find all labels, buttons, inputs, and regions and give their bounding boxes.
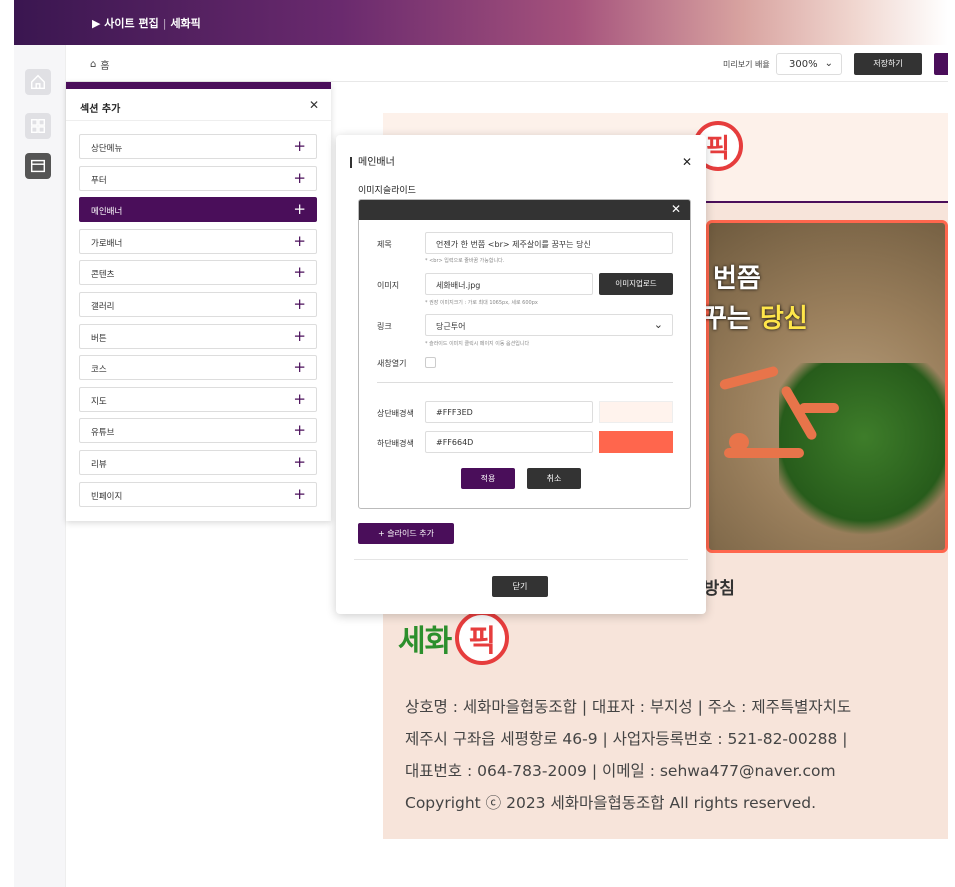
- section-item-label: 갤러리: [91, 302, 115, 312]
- plus-icon[interactable]: +: [293, 232, 306, 250]
- section-item[interactable]: 푸터 +: [79, 165, 317, 191]
- plus-icon[interactable]: +: [293, 169, 306, 187]
- home-link[interactable]: ⌂ 홈: [90, 57, 110, 72]
- plus-icon[interactable]: +: [293, 200, 306, 218]
- banner-text-line1: 번쯤: [713, 264, 761, 294]
- plus-icon[interactable]: +: [293, 327, 306, 345]
- section-item[interactable]: 리뷰 +: [79, 450, 317, 475]
- zoom-value: 300%: [789, 59, 818, 70]
- top-bg-swatch[interactable]: [599, 401, 673, 423]
- plus-icon[interactable]: +: [293, 390, 306, 408]
- title-hint: * <br> 입력으로 줄바꿈 가능합니다.: [425, 258, 505, 264]
- bottom-bg-label: 하단배경색: [377, 439, 414, 448]
- section-item-label: 코스: [91, 365, 107, 376]
- section-item-label: 콘텐츠: [91, 270, 115, 281]
- apply-button[interactable]: 적용: [461, 468, 515, 489]
- plus-icon[interactable]: +: [293, 453, 306, 471]
- panel-title: 섹션 추가: [80, 104, 121, 115]
- image-upload-button[interactable]: 이미지업로드: [599, 273, 673, 295]
- section-item[interactable]: 버튼 +: [79, 323, 317, 349]
- section-item[interactable]: 유튜브 +: [79, 418, 317, 444]
- plus-icon[interactable]: +: [293, 263, 306, 281]
- close-icon[interactable]: ✕: [671, 202, 681, 216]
- section-item-label: 메인배너: [91, 207, 123, 218]
- section-item[interactable]: 콘텐츠 +: [79, 260, 317, 286]
- section-add-panel: 섹션 추가 ✕ 상단메뉴 + 푸터 + 메인배너 + 가로배너 + 콘텐츠 + 갤러리 + 버튼 + 코스 +…: [66, 82, 331, 521]
- breadcrumb: ▶ 사이트 편집 | 세화픽: [92, 17, 201, 30]
- add-slide-button[interactable]: + 슬라이드 추가: [358, 523, 454, 544]
- new-window-checkbox[interactable]: [425, 357, 436, 368]
- layout-icon[interactable]: [25, 113, 51, 139]
- modal-subtitle: 이미지슬라이드: [358, 186, 416, 196]
- image-input[interactable]: 세화배너.jpg: [425, 273, 593, 295]
- plus-icon[interactable]: +: [293, 421, 306, 439]
- section-item[interactable]: 코스 +: [79, 355, 317, 381]
- cancel-button[interactable]: 취소: [527, 468, 581, 489]
- top-bg-label: 상단배경색: [377, 409, 414, 418]
- section-item[interactable]: 가로배너 +: [79, 228, 317, 254]
- footer-line-2: 제주시 구좌읍 세평항로 46-9 | 사업자등록번호 : 521-82-002…: [405, 730, 848, 748]
- window-icon[interactable]: [25, 153, 51, 179]
- breadcrumb-prefix: ▶ 사이트 편집: [92, 17, 159, 30]
- bottom-bg-swatch[interactable]: [599, 431, 673, 453]
- link-select[interactable]: 당근투어 ⌄: [425, 314, 673, 336]
- section-item[interactable]: 갤러리 +: [79, 292, 317, 317]
- save-button[interactable]: 저장하기: [854, 53, 922, 75]
- plus-icon[interactable]: +: [293, 485, 306, 503]
- link-value: 당근투어: [436, 322, 466, 331]
- section-item-label: 리뷰: [91, 460, 107, 470]
- main-banner-modal: 메인배너 ✕ 이미지슬라이드 ✕ 제목 언젠가 한 번쯤 <br> 제주살이를 …: [336, 135, 706, 614]
- home-icon[interactable]: [25, 69, 51, 95]
- new-window-label: 새창열기: [377, 359, 407, 368]
- home-label: 홈: [100, 61, 110, 72]
- banner-text-line2: 꾸는 당신: [703, 304, 808, 334]
- chevron-down-icon: ⌄: [824, 58, 833, 69]
- logo-bubble: 픽: [455, 611, 510, 665]
- top-bg-input[interactable]: #FFF3ED: [425, 401, 593, 423]
- close-button[interactable]: 닫기: [492, 576, 548, 597]
- section-item-label: 푸터: [91, 175, 107, 186]
- close-icon[interactable]: ✕: [309, 98, 319, 112]
- zoom-label: 미리보기 배율: [723, 60, 770, 69]
- slide-editor: ✕ 제목 언젠가 한 번쯤 <br> 제주살이를 꿈꾸는 당신 * <br> 입…: [358, 199, 691, 509]
- section-item[interactable]: 상단메뉴 +: [79, 134, 317, 159]
- logo-text: 세화: [398, 624, 452, 659]
- image-label: 이미지: [377, 281, 400, 290]
- left-rail: [14, 45, 66, 887]
- section-item-label: 가로배너: [91, 238, 123, 249]
- section-item-label: 버튼: [91, 333, 107, 344]
- footer-line-3: 대표번호 : 064-783-2009 | 이메일 : sehwa477@nav…: [405, 762, 836, 780]
- zoom-select[interactable]: 300% ⌄: [776, 53, 842, 75]
- plus-icon[interactable]: +: [293, 358, 306, 376]
- chevron-down-icon: ⌄: [653, 318, 663, 331]
- site-name: 세화픽: [170, 17, 201, 30]
- modal-title: 메인배너: [350, 157, 395, 168]
- bottom-bg-input[interactable]: #FF664D: [425, 431, 593, 453]
- publish-button[interactable]: [934, 53, 948, 75]
- section-item-label: 지도: [91, 396, 107, 407]
- plus-icon[interactable]: +: [293, 295, 306, 313]
- section-item-label: 상단메뉴: [91, 144, 123, 154]
- footer-logo: 세화 픽: [398, 611, 510, 665]
- link-hint: * 슬라이드 이미지 클릭시 페이지 이동 옵션입니다: [425, 341, 530, 347]
- section-item-label: 빈페이지: [91, 491, 123, 502]
- section-item-label: 유튜브: [91, 428, 115, 439]
- title-label: 제목: [377, 240, 392, 249]
- plus-icon[interactable]: +: [293, 137, 306, 155]
- link-label: 링크: [377, 322, 392, 331]
- close-icon[interactable]: ✕: [682, 155, 692, 169]
- section-item[interactable]: 지도 +: [79, 386, 317, 412]
- section-item[interactable]: 빈페이지 +: [79, 481, 317, 507]
- section-item[interactable]: 메인배너 +: [79, 197, 317, 223]
- top-bar: ▶ 사이트 편집 | 세화픽: [14, 0, 948, 45]
- title-input[interactable]: 언젠가 한 번쯤 <br> 제주살이를 꿈꾸는 당신: [425, 232, 673, 254]
- image-hint: * 권장 이미지크기 : 가로 최대 1065px, 세로 600px: [425, 300, 538, 306]
- footer-line-1: 상호명 : 세화마을협동조합 | 대표자 : 부지성 | 주소 : 제주특별자치…: [405, 698, 852, 716]
- home-small-icon: ⌂: [90, 59, 97, 70]
- editor-header: ⌂ 홈 미리보기 배율 300% ⌄ 저장하기: [66, 45, 948, 82]
- footer-copyright: Copyright ⓒ 2023 세화마을협동조합 All rights res…: [405, 794, 817, 812]
